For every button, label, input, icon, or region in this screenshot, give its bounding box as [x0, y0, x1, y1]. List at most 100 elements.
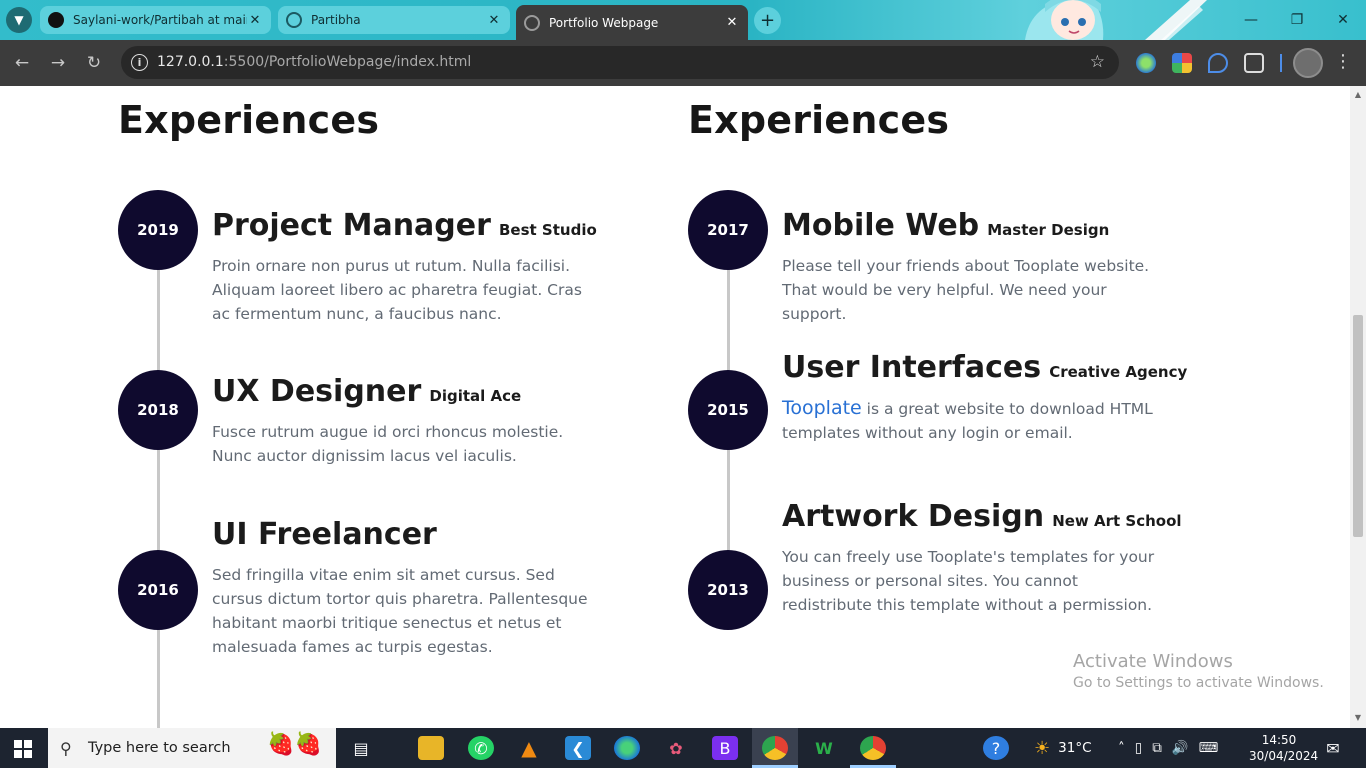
clock-time: 14:50	[1261, 733, 1297, 747]
weather-icon: ☀	[1034, 737, 1051, 759]
year-badge: 2018	[118, 370, 198, 450]
weather-temp: 31°C	[1058, 740, 1092, 756]
role-title: UX Designer	[212, 374, 422, 409]
wps-icon[interactable]: W	[811, 736, 837, 760]
tab-strip: ▼ Saylani-work/Partibah at main · ✕ Part…	[0, 0, 1366, 40]
close-window-button[interactable]: ✕	[1329, 9, 1357, 31]
minimize-button[interactable]: —	[1237, 9, 1265, 31]
year-badge: 2013	[688, 550, 768, 630]
keyboard-icon[interactable]: ⌨	[1199, 740, 1219, 756]
close-icon[interactable]: ✕	[724, 15, 740, 30]
extension-icon-3[interactable]	[1208, 53, 1228, 73]
system-tray[interactable]: ˄ ▯ ⧉ 🔊 ⌨	[1118, 728, 1218, 768]
tab-label: Partibha	[311, 13, 361, 27]
role-title: Mobile Web	[782, 208, 980, 243]
experience-description: You can freely use Tooplate's templates …	[782, 548, 1155, 614]
wifi-icon[interactable]: ⧉	[1152, 740, 1162, 756]
puzzle-icon[interactable]	[1244, 53, 1264, 73]
page-viewport: Experiences 2019 Project Manager Best St…	[0, 86, 1350, 728]
tab-github[interactable]: Saylani-work/Partibah at main · ✕	[40, 6, 271, 34]
search-icon: ⚲	[60, 738, 72, 758]
role-title: Artwork Design	[782, 499, 1045, 534]
experience-item: UI Freelancer Sed fringilla vitae enim s…	[212, 520, 602, 659]
menu-dots-icon[interactable]: ⋮	[1334, 51, 1352, 72]
chevron-up-icon[interactable]: ˄	[1118, 740, 1125, 756]
site-info-icon[interactable]: i	[131, 54, 148, 71]
tooplate-link[interactable]: Tooplate	[782, 397, 862, 419]
vscode-icon[interactable]: ❮	[565, 736, 591, 760]
experience-item: Project Manager Best Studio Proin ornare…	[212, 211, 602, 326]
windows-start-icon[interactable]	[14, 740, 32, 758]
company-name: Best Studio	[499, 221, 597, 239]
company-name: New Art School	[1052, 512, 1182, 530]
back-button[interactable]: ←	[10, 51, 34, 75]
close-icon[interactable]: ✕	[486, 13, 502, 28]
experience-item: Artwork Design New Art School You can fr…	[782, 499, 1182, 617]
help-icon[interactable]: ?	[983, 736, 1009, 760]
page-scrollbar[interactable]: ▲ ▼	[1350, 86, 1366, 728]
address-bar[interactable]: i 127.0.0.1:5500/PortfolioWebpage/index.…	[121, 46, 1119, 79]
clock[interactable]: 14:50 30/04/2024	[1249, 732, 1319, 764]
experience-item: Mobile Web Master Design Please tell you…	[782, 211, 1172, 326]
tab-partibha[interactable]: Partibha ✕	[278, 6, 510, 34]
battery-icon[interactable]: ▯	[1135, 740, 1142, 756]
timeline-line	[157, 230, 160, 728]
experience-description: Proin ornare non purus ut rutum. Nulla f…	[212, 257, 582, 323]
activate-windows-watermark: Activate Windows Go to Settings to activ…	[1073, 651, 1324, 691]
company-name: Master Design	[987, 221, 1110, 239]
new-tab-button[interactable]: +	[754, 7, 781, 34]
role-title: User Interfaces	[782, 350, 1042, 385]
role-title: Project Manager	[212, 208, 491, 243]
weather-widget[interactable]: ☀ 31°C	[1034, 728, 1092, 768]
experience-item: UX Designer Digital Ace Fusce rutrum aug…	[212, 377, 602, 468]
url-text[interactable]: 127.0.0.1:5500/PortfolioWebpage/index.ht…	[157, 54, 471, 70]
theme-artwork	[1025, 0, 1207, 40]
company-name: Digital Ace	[429, 387, 522, 405]
close-icon[interactable]: ✕	[247, 13, 263, 28]
windows-taskbar: ⚲ Type here to search 🍓🍓 ▤ ✆ ▲ ❮ ✿ B W ?…	[0, 728, 1366, 768]
github-icon	[48, 12, 64, 28]
notification-icon[interactable]: ✉	[1320, 736, 1346, 760]
scroll-up-icon[interactable]: ▲	[1353, 90, 1363, 99]
year-badge: 2016	[118, 550, 198, 630]
experience-item: User Interfaces Creative Agency Tooplate…	[782, 350, 1187, 445]
edge-icon[interactable]	[614, 736, 640, 760]
scroll-thumb[interactable]	[1353, 315, 1363, 537]
tab-search-button[interactable]: ▼	[6, 7, 32, 33]
reload-button[interactable]: ↻	[82, 51, 106, 75]
extension-icon-1[interactable]	[1136, 53, 1156, 73]
scroll-down-icon[interactable]: ▼	[1353, 713, 1363, 722]
forward-button[interactable]: →	[46, 51, 70, 75]
experience-description: Please tell your friends about Tooplate …	[782, 257, 1150, 323]
tab-portfolio-webpage[interactable]: Portfolio Webpage ✕	[516, 5, 748, 40]
year-badge: 2015	[688, 370, 768, 450]
year-badge: 2019	[118, 190, 198, 270]
globe-icon	[286, 12, 302, 28]
search-placeholder: Type here to search	[88, 740, 231, 756]
company-name: Creative Agency	[1049, 363, 1188, 381]
restore-button[interactable]: ❐	[1283, 9, 1311, 31]
task-view-icon[interactable]: ▤	[348, 736, 374, 760]
chrome-profile-icon[interactable]	[860, 736, 886, 760]
clock-date: 30/04/2024	[1249, 749, 1319, 763]
experience-description: Sed fringilla vitae enim sit amet cursus…	[212, 566, 588, 656]
bootstrap-studio-icon[interactable]: B	[712, 736, 738, 760]
avatar[interactable]	[1293, 48, 1323, 78]
experiences-column-left: Experiences 2019 Project Manager Best St…	[118, 86, 638, 728]
taskbar-search[interactable]: ⚲ Type here to search 🍓🍓	[48, 728, 336, 768]
experience-description: Fusce rutrum augue id orci rhoncus moles…	[212, 423, 564, 465]
paint-icon[interactable]: ✿	[663, 736, 689, 760]
globe-icon	[524, 14, 540, 31]
toolbar-divider	[1280, 54, 1282, 72]
extension-icon-2[interactable]	[1172, 53, 1192, 73]
volume-icon[interactable]: 🔊	[1172, 740, 1189, 756]
vlc-icon[interactable]: ▲	[516, 736, 542, 760]
section-title: Experiences	[118, 98, 380, 142]
chevron-down-icon: ▼	[14, 13, 24, 27]
whatsapp-icon[interactable]: ✆	[468, 736, 494, 760]
chrome-icon[interactable]	[762, 736, 788, 760]
bookmark-star-icon[interactable]: ☆	[1090, 52, 1105, 72]
file-explorer-icon[interactable]	[418, 736, 444, 760]
experience-description: Tooplate is a great website to download …	[782, 397, 1153, 442]
section-title: Experiences	[688, 98, 950, 142]
